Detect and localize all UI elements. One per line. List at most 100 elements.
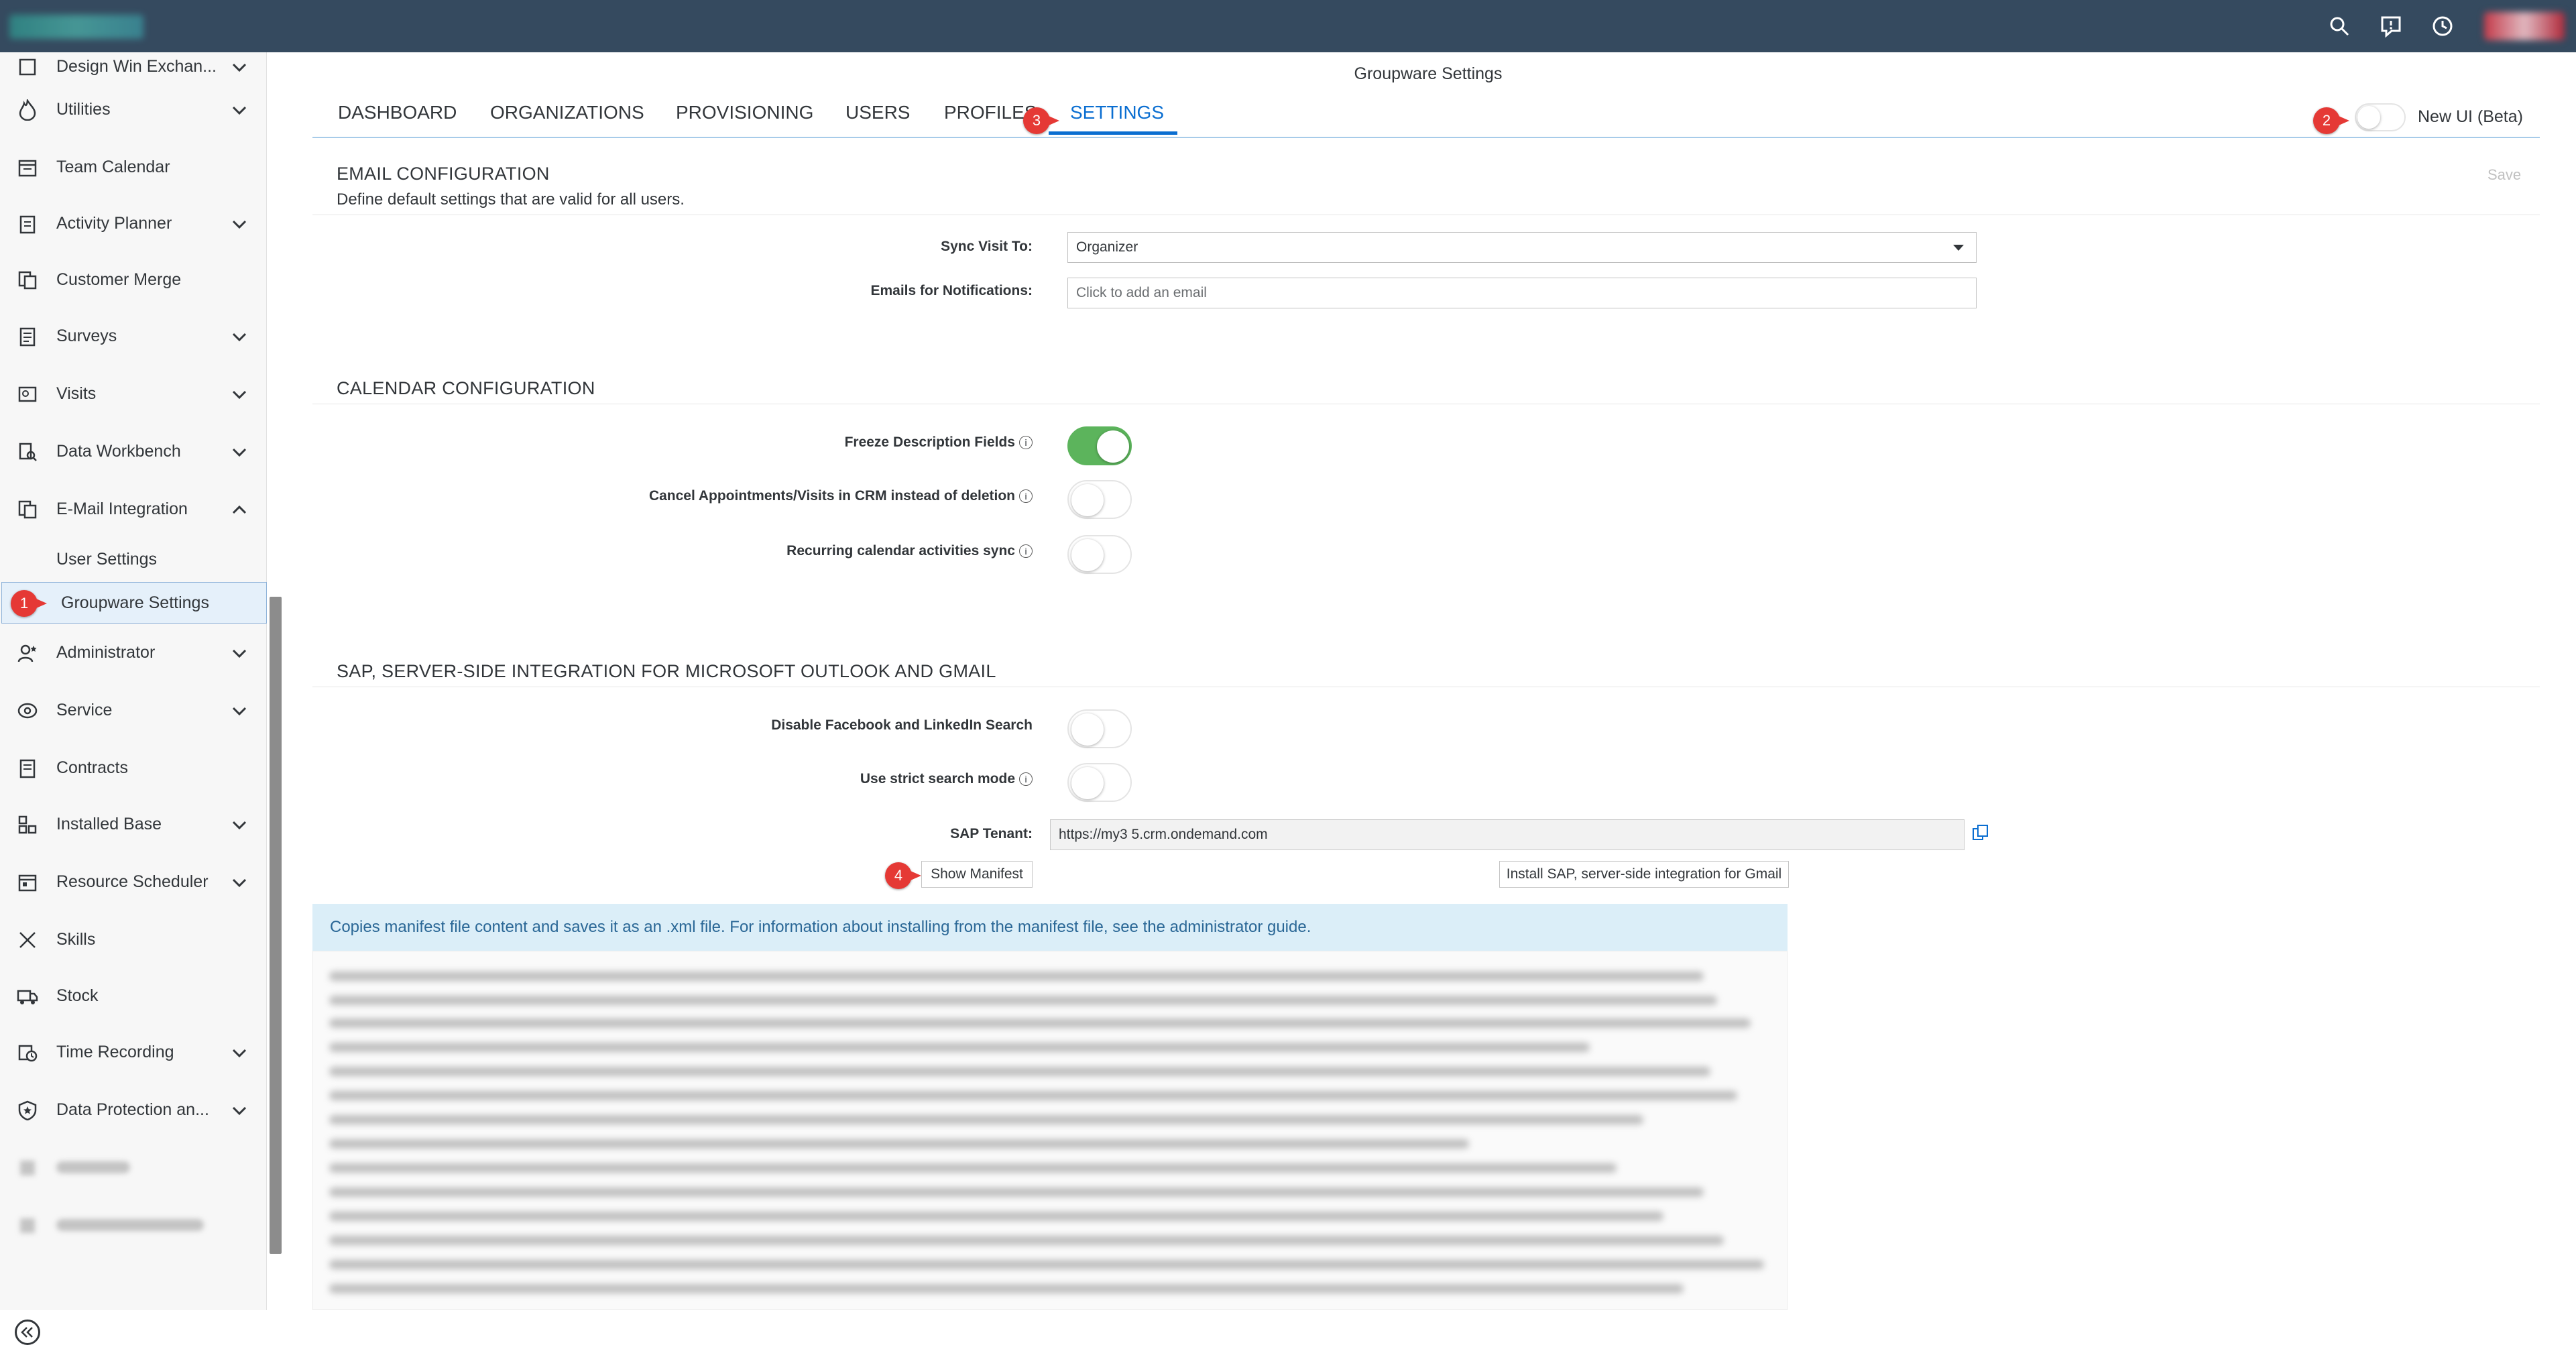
manifest-info-message: Copies manifest file content and saves i… — [312, 904, 1788, 951]
copy-icon[interactable] — [1971, 823, 1990, 842]
emails-notifications-input[interactable]: Click to add an email — [1067, 278, 1977, 308]
sidebar-item-redacted[interactable] — [0, 1144, 267, 1191]
sidebar-item-email-integration[interactable]: E-Mail Integration — [0, 485, 267, 532]
flame-icon — [15, 97, 40, 123]
feedback-icon[interactable] — [2376, 11, 2406, 42]
sidebar-item-data-protection[interactable]: Data Protection an... — [0, 1086, 267, 1133]
visit-icon — [15, 382, 40, 407]
email-config-title: EMAIL CONFIGURATION — [337, 164, 550, 184]
show-manifest-button[interactable]: Show Manifest — [921, 861, 1033, 888]
step-badge: 1 — [11, 590, 47, 617]
chevron-down-icon — [232, 106, 247, 115]
recurring-sync-label: Recurring calendar activities sync i — [295, 543, 1033, 559]
chevron-down-icon — [232, 649, 247, 658]
sidebar-item-skills[interactable]: Skills — [0, 916, 267, 963]
sync-visit-label: Sync Visit To: — [941, 239, 1033, 254]
disable-social-search-label: Disable Facebook and LinkedIn Search — [771, 717, 1033, 733]
merge-icon — [15, 268, 40, 293]
sap-tenant-field: https://my3 5.crm.ondemand.com — [1050, 819, 1965, 850]
service-icon — [15, 698, 40, 723]
tab-dashboard[interactable]: DASHBOARD — [338, 102, 457, 123]
sidebar-item-stock[interactable]: Stock — [0, 972, 267, 1019]
design-icon — [15, 54, 40, 80]
sidebar-item-installed-base[interactable]: Installed Base — [0, 801, 267, 847]
sap-integration-title: SAP, SERVER-SIDE INTEGRATION FOR MICROSO… — [337, 661, 996, 681]
new-ui-toggle[interactable] — [2355, 103, 2406, 131]
new-ui-label: New UI (Beta) — [2418, 107, 2523, 126]
sidebar-item-activity-planner[interactable]: Activity Planner — [0, 200, 267, 247]
installed-base-icon — [15, 812, 40, 837]
step-badge: 2 — [2313, 107, 2349, 134]
chevron-down-icon — [232, 390, 247, 400]
email-integration-icon — [15, 497, 40, 522]
info-icon[interactable]: i — [1019, 772, 1033, 786]
freeze-description-toggle[interactable] — [1067, 426, 1132, 465]
email-config-description: Define default settings that are valid f… — [337, 190, 685, 209]
sidebar-item-time-recording[interactable]: Time Recording — [0, 1029, 267, 1075]
page-title: Groupware Settings — [1354, 64, 1503, 83]
sidebar-item-data-workbench[interactable]: Data Workbench — [0, 428, 267, 475]
step-badge: 3 — [1023, 107, 1059, 134]
sidebar: Design Win Exchan... Utilities Team Cale… — [0, 52, 267, 1345]
chevron-down-icon — [232, 821, 247, 830]
time-recording-icon — [15, 1040, 40, 1065]
sidebar-item-redacted[interactable] — [0, 1202, 267, 1248]
clipboard-icon — [15, 211, 40, 237]
sidebar-item-visits[interactable]: Visits — [0, 370, 267, 417]
chevron-down-icon — [232, 1106, 247, 1116]
tab-users[interactable]: USERS — [845, 102, 910, 123]
save-button[interactable]: Save — [2487, 166, 2521, 184]
info-icon[interactable]: i — [1019, 436, 1033, 449]
search-icon[interactable] — [2324, 11, 2355, 42]
sync-visit-select[interactable]: Organizer — [1067, 232, 1977, 263]
redacted-icon — [15, 1155, 40, 1181]
calendar-icon — [15, 155, 40, 180]
stock-icon — [15, 984, 40, 1009]
sidebar-item-team-calendar[interactable]: Team Calendar — [0, 143, 267, 190]
sidebar-item-resource-scheduler[interactable]: Resource Scheduler — [0, 858, 267, 905]
workbench-icon — [15, 439, 40, 465]
sidebar-item-contracts[interactable]: Contracts — [0, 744, 267, 791]
sidebar-item-utilities[interactable]: Utilities — [0, 86, 267, 133]
tab-bar-divider — [312, 137, 2540, 138]
sidebar-item-design-win[interactable]: Design Win Exchan... — [0, 43, 267, 90]
chevron-up-icon — [232, 505, 247, 514]
user-avatar[interactable] — [2484, 12, 2565, 40]
contracts-icon — [15, 756, 40, 781]
collapse-sidebar-icon[interactable] — [15, 1320, 40, 1345]
chevron-down-icon — [232, 878, 247, 888]
administrator-icon — [15, 640, 40, 666]
sidebar-item-surveys[interactable]: Surveys — [0, 312, 267, 359]
chevron-down-icon — [232, 1049, 247, 1058]
disable-social-search-toggle[interactable] — [1067, 709, 1132, 748]
cancel-appointments-toggle[interactable] — [1067, 480, 1132, 519]
recurring-sync-toggle[interactable] — [1067, 535, 1132, 574]
survey-icon — [15, 324, 40, 349]
install-gmail-integration-button[interactable]: Install SAP, server-side integration for… — [1499, 861, 1789, 888]
sidebar-item-administrator[interactable]: Administrator — [0, 629, 267, 676]
strict-search-toggle[interactable] — [1067, 763, 1132, 802]
calendar-config-title: CALENDAR CONFIGURATION — [337, 378, 595, 398]
chevron-down-icon — [232, 220, 247, 229]
chevron-down-icon — [232, 333, 247, 342]
tab-organizations[interactable]: ORGANIZATIONS — [490, 102, 644, 123]
sap-tenant-label: SAP Tenant: — [950, 826, 1033, 841]
sidebar-subitem-user-settings[interactable]: User Settings — [0, 539, 267, 581]
tab-provisioning[interactable]: PROVISIONING — [676, 102, 813, 123]
sidebar-item-service[interactable]: Service — [0, 687, 267, 734]
step-badge: 4 — [885, 862, 921, 889]
tab-settings[interactable]: SETTINGS — [1070, 102, 1164, 123]
sidebar-item-customer-merge[interactable]: Customer Merge — [0, 256, 267, 303]
chevron-down-icon — [232, 448, 247, 457]
chevron-down-icon — [232, 707, 247, 716]
scheduler-icon — [15, 870, 40, 895]
company-logo[interactable] — [9, 15, 143, 39]
dropdown-caret-icon — [1953, 245, 1964, 251]
strict-search-label: Use strict search mode i — [295, 771, 1033, 787]
cancel-appointments-label: Cancel Appointments/Visits in CRM instea… — [295, 488, 1033, 504]
clock-icon[interactable] — [2427, 11, 2458, 42]
info-icon[interactable]: i — [1019, 544, 1033, 558]
sidebar-scrollbar[interactable] — [270, 597, 282, 1254]
info-icon[interactable]: i — [1019, 489, 1033, 503]
manifest-content — [312, 951, 1788, 1310]
